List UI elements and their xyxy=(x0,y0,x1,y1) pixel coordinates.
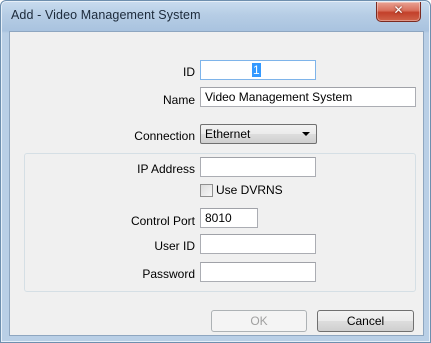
dialog-client-area: ID 1 Name Video Management System Connec… xyxy=(9,31,424,336)
close-button[interactable]: ✕ xyxy=(376,2,421,22)
password-field[interactable] xyxy=(200,262,316,282)
control-port-field[interactable]: 8010 xyxy=(200,208,258,228)
connection-label: Connection xyxy=(134,129,195,143)
name-label: Name xyxy=(162,93,195,107)
id-label: ID xyxy=(183,65,195,79)
connection-selected-value: Ethernet xyxy=(205,127,251,141)
cancel-button[interactable]: Cancel xyxy=(317,310,414,332)
control-port-label: Control Port xyxy=(130,214,195,228)
password-label: Password xyxy=(142,267,195,281)
connection-select[interactable]: Ethernet xyxy=(200,124,317,144)
use-dvrns-label[interactable]: Use DVRNS xyxy=(216,183,283,197)
ip-address-label: IP Address xyxy=(137,162,195,176)
ok-button[interactable]: OK xyxy=(211,310,307,332)
user-id-field[interactable] xyxy=(200,234,316,254)
window-title: Add - Video Management System xyxy=(11,8,201,22)
id-field[interactable]: 1 xyxy=(200,60,316,80)
user-id-label: User ID xyxy=(154,239,195,253)
dialog-window: Add - Video Management System ✕ ID 1 Nam… xyxy=(0,0,431,343)
title-bar[interactable]: Add - Video Management System ✕ xyxy=(1,1,430,31)
ip-address-field[interactable] xyxy=(200,157,316,177)
id-value: 1 xyxy=(252,63,261,77)
dropdown-arrow-icon xyxy=(302,132,310,136)
close-icon: ✕ xyxy=(393,3,404,17)
name-field[interactable]: Video Management System xyxy=(200,87,416,107)
use-dvrns-checkbox[interactable] xyxy=(200,184,213,197)
